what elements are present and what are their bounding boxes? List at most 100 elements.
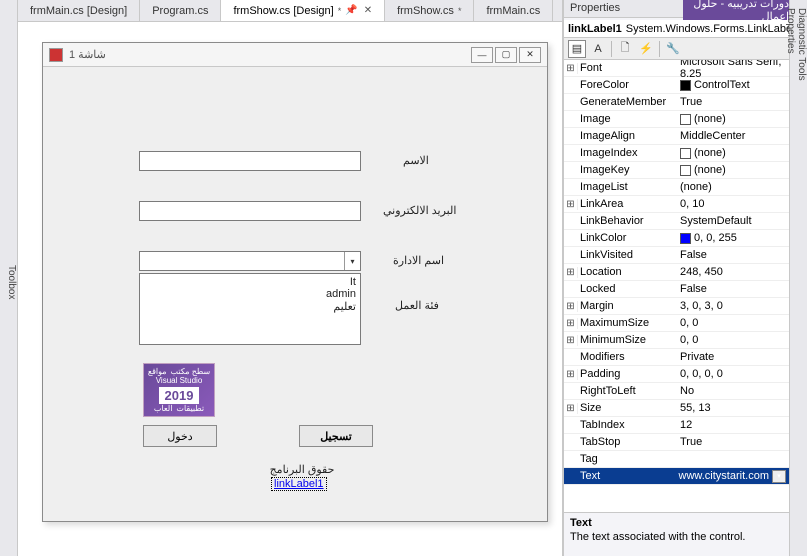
name-textbox[interactable] — [139, 151, 361, 171]
property-row[interactable]: TabStopTrue — [564, 434, 789, 451]
property-row[interactable]: GenerateMemberTrue — [564, 94, 789, 111]
property-value[interactable]: 248, 450 — [676, 266, 789, 278]
document-tab[interactable]: frmShow.cs [Design]*📌✕ — [221, 0, 385, 21]
form-window[interactable]: شاشة 1 — ▢ ✕ الاسم البريد الالكتروني ▾ ا… — [42, 42, 548, 522]
property-value[interactable]: www.citystarit.com▾ — [675, 470, 789, 483]
minimize-button[interactable]: — — [471, 47, 493, 63]
property-value[interactable]: 0, 0 — [676, 334, 789, 346]
maximize-button[interactable]: ▢ — [495, 47, 517, 63]
property-value[interactable]: (none) — [676, 181, 789, 193]
list-item[interactable]: تعليم — [144, 300, 356, 313]
property-value[interactable]: 55, 13 — [676, 402, 789, 414]
email-textbox[interactable] — [139, 201, 361, 221]
property-row[interactable]: ImageList(none) — [564, 179, 789, 196]
form-body[interactable]: الاسم البريد الالكتروني ▾ اسم الادارة It… — [43, 67, 547, 521]
property-value[interactable]: ControlText — [676, 79, 789, 91]
document-tab[interactable]: frmMain.cs — [474, 0, 553, 21]
expand-icon[interactable]: ⊞ — [564, 199, 578, 210]
property-row[interactable]: Textwww.citystarit.com▾ — [564, 468, 789, 485]
property-row[interactable]: Image(none) — [564, 111, 789, 128]
property-row[interactable]: ⊞LinkArea0, 10 — [564, 196, 789, 213]
right-panel-tabs[interactable]: Diagnostic ToolsProperties — [789, 0, 807, 556]
document-tab[interactable]: Program.cs — [140, 0, 221, 21]
object-selector[interactable]: linkLabel1 System.Windows.Forms.LinkLabe… — [564, 20, 789, 38]
property-value[interactable]: MiddleCenter — [676, 130, 789, 142]
property-name: Size — [578, 402, 676, 414]
property-value[interactable]: 12 — [676, 419, 789, 431]
expand-icon[interactable]: ⊞ — [564, 301, 578, 312]
property-row[interactable]: RightToLeftNo — [564, 383, 789, 400]
properties-panel-title[interactable]: Properties — [564, 0, 683, 18]
property-row[interactable]: LinkVisitedFalse — [564, 247, 789, 264]
property-row[interactable]: ⊞MinimumSize0, 0 — [564, 332, 789, 349]
property-value[interactable]: 0, 0, 0, 0 — [676, 368, 789, 380]
property-row[interactable]: ImageAlignMiddleCenter — [564, 128, 789, 145]
form-titlebar[interactable]: شاشة 1 — ▢ ✕ — [43, 43, 547, 67]
expand-icon[interactable]: ⊞ — [564, 403, 578, 414]
toolbox-panel-tab[interactable]: Toolbox — [0, 0, 18, 556]
property-value[interactable]: 0, 0, 255 — [676, 232, 789, 244]
property-row[interactable]: ⊞MaximumSize0, 0 — [564, 315, 789, 332]
property-name: Margin — [578, 300, 676, 312]
register-button[interactable]: تسجيل — [299, 425, 373, 447]
property-row[interactable]: ⊞FontMicrosoft Sans Serif, 8.25 — [564, 60, 789, 77]
property-pages-button[interactable]: 🔧 — [664, 40, 682, 58]
property-value[interactable]: (none) — [676, 147, 789, 159]
property-value[interactable]: No — [676, 385, 789, 397]
property-row[interactable]: LinkColor0, 0, 255 — [564, 230, 789, 247]
property-grid[interactable]: ⊞FontMicrosoft Sans Serif, 8.25ForeColor… — [564, 60, 789, 512]
chevron-down-icon[interactable]: ▾ — [772, 470, 786, 483]
property-value[interactable]: Private — [676, 351, 789, 363]
pin-icon[interactable]: 📌 — [345, 5, 357, 16]
document-tab[interactable]: frmMain.cs [Design] — [18, 0, 140, 21]
login-button[interactable]: دخول — [143, 425, 217, 447]
property-row[interactable]: ModifiersPrivate — [564, 349, 789, 366]
properties-button[interactable]: 🗋 — [616, 40, 634, 58]
panel-tab[interactable]: Diagnostic Tools — [796, 8, 807, 542]
property-row[interactable]: ImageKey(none) — [564, 162, 789, 179]
designer-surface[interactable]: شاشة 1 — ▢ ✕ الاسم البريد الالكتروني ▾ ا… — [18, 22, 562, 556]
property-row[interactable]: ⊞Location248, 450 — [564, 264, 789, 281]
dept-combobox[interactable]: ▾ — [139, 251, 361, 271]
expand-icon[interactable]: ⊞ — [564, 335, 578, 346]
linklabel[interactable]: linkLabel1 — [271, 477, 327, 491]
panel-tab[interactable]: Properties — [785, 8, 796, 542]
alphabetical-button[interactable]: A — [589, 40, 607, 58]
categorized-button[interactable]: ▤ — [568, 40, 586, 58]
property-row[interactable]: LockedFalse — [564, 281, 789, 298]
picturebox[interactable]: مواقعسطح مكتب Visual Studio 2019 العابتط… — [143, 363, 215, 417]
property-row[interactable]: ForeColorControlText — [564, 77, 789, 94]
document-tab[interactable]: frmShow.cs* — [385, 0, 474, 21]
property-row[interactable]: ⊞Size55, 13 — [564, 400, 789, 417]
close-icon[interactable]: ✕ — [364, 5, 372, 16]
property-value[interactable]: 3, 0, 3, 0 — [676, 300, 789, 312]
expand-icon[interactable]: ⊞ — [564, 63, 578, 74]
property-value[interactable]: False — [676, 249, 789, 261]
chevron-down-icon[interactable]: ▾ — [344, 252, 360, 270]
property-value[interactable]: True — [676, 96, 789, 108]
property-row[interactable]: LinkBehaviorSystemDefault — [564, 213, 789, 230]
property-row[interactable]: ⊞Padding0, 0, 0, 0 — [564, 366, 789, 383]
property-value[interactable]: 0, 10 — [676, 198, 789, 210]
category-listbox[interactable]: Itadminتعليم — [139, 273, 361, 345]
property-value[interactable]: (none) — [676, 164, 789, 176]
expand-icon[interactable]: ⊞ — [564, 318, 578, 329]
property-value[interactable]: SystemDefault — [676, 215, 789, 227]
events-button[interactable]: ⚡ — [637, 40, 655, 58]
properties-toolbar: ▤ A 🗋 ⚡ 🔧 — [564, 38, 789, 60]
property-row[interactable]: Tag — [564, 451, 789, 468]
close-button[interactable]: ✕ — [519, 47, 541, 63]
property-value[interactable]: (none) — [676, 113, 789, 125]
property-row[interactable]: ImageIndex(none) — [564, 145, 789, 162]
property-value[interactable]: False — [676, 283, 789, 295]
property-value[interactable]: Microsoft Sans Serif, 8.25 — [676, 60, 789, 80]
list-item[interactable]: admin — [144, 288, 356, 300]
property-name: Tag — [578, 453, 676, 465]
property-row[interactable]: TabIndex12 — [564, 417, 789, 434]
property-value[interactable]: 0, 0 — [676, 317, 789, 329]
property-value[interactable]: True — [676, 436, 789, 448]
list-item[interactable]: It — [144, 276, 356, 288]
expand-icon[interactable]: ⊞ — [564, 267, 578, 278]
expand-icon[interactable]: ⊞ — [564, 369, 578, 380]
property-row[interactable]: ⊞Margin3, 0, 3, 0 — [564, 298, 789, 315]
